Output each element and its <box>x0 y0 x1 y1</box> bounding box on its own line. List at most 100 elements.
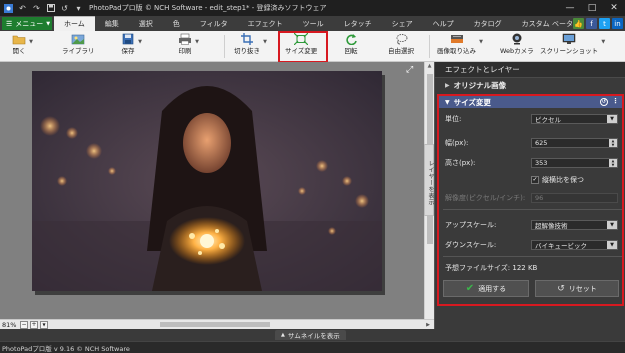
upscale-value: 超解像技術 <box>535 222 568 230</box>
upscale-select[interactable]: 超解像技術 ▼ <box>531 220 618 230</box>
title-bar: ↶ ↷ ↺ ▾ PhotoPadプロ版 © NCH Software - edi… <box>0 0 625 16</box>
width-input[interactable]: 625 ▲ ▼ <box>531 138 618 148</box>
height-input[interactable]: 353 ▲ ▼ <box>531 158 618 168</box>
tab-retouch[interactable]: レタッチ <box>334 16 382 31</box>
resolution-value: 96 <box>535 194 544 202</box>
chevron-down-icon: ▼ <box>607 115 617 123</box>
unit-value: ピクセル <box>535 116 561 124</box>
resize-section: ▼ サイズ変更 ↺ ⋮ 単位: ピクセル ▼ 幅(px): 625 ▲ ▼ 高さ(… <box>437 94 624 306</box>
freeform-select-button[interactable]: 自由選択 <box>388 33 414 61</box>
thumbnail-bar: ▲ サムネイルを表示 <box>0 329 625 341</box>
width-row: 幅(px): 625 ▲ ▼ <box>445 138 618 148</box>
expand-arrow-icon: ▶ <box>445 81 450 89</box>
close-button[interactable]: ✕ <box>603 0 625 16</box>
reset-label: リセット <box>568 284 597 293</box>
customize-quick-icon[interactable]: ▾ <box>74 4 83 13</box>
reset-button[interactable]: ↺ リセット <box>535 280 619 297</box>
like-icon[interactable]: 👍 <box>573 18 584 29</box>
chevron-down-icon: ▼ <box>195 39 199 45</box>
zoom-value[interactable]: 81% <box>2 321 18 329</box>
redo-icon[interactable]: ↷ <box>32 4 41 13</box>
reset-section-icon[interactable]: ↺ <box>600 98 608 106</box>
tab-share[interactable]: シェア <box>382 16 423 31</box>
undo-icon[interactable]: ↶ <box>18 4 27 13</box>
app-icon <box>4 3 13 13</box>
minimize-button[interactable]: — <box>559 0 581 16</box>
downscale-select[interactable]: バイキュービック ▼ <box>531 240 618 250</box>
library-button[interactable]: ライブラリ <box>62 33 95 61</box>
status-bar: PhotoPadプロ版 v 9.16 © NCH Software <box>0 341 625 353</box>
show-thumbnails-label: サムネイルを表示 <box>287 332 340 340</box>
tab-color[interactable]: 色 <box>163 16 190 31</box>
zoom-in-button[interactable]: + <box>30 320 38 329</box>
downscale-value: バイキュービック <box>535 242 587 250</box>
tab-select[interactable]: 選択 <box>129 16 163 31</box>
hamburger-icon: ☰ <box>6 19 13 28</box>
downscale-row: ダウンスケール: バイキュービック ▼ <box>445 240 618 250</box>
width-spinner[interactable]: ▲ ▼ <box>609 139 617 147</box>
main-menu-button[interactable]: ☰ メニュー ▼ <box>2 17 52 30</box>
linkedin-icon[interactable]: in <box>612 18 623 29</box>
scroll-right-icon[interactable]: ▶ <box>426 322 430 328</box>
toolbar-divider <box>429 35 430 58</box>
save-quick-icon[interactable] <box>46 4 55 13</box>
chevron-down-icon: ▼ <box>479 39 483 45</box>
height-row: 高さ(px): 353 ▲ ▼ <box>445 158 618 168</box>
unit-select[interactable]: ピクセル ▼ <box>531 114 618 124</box>
show-thumbnails-button[interactable]: ▲ サムネイルを表示 <box>275 330 346 340</box>
fullscreen-icon[interactable]: ⤢ <box>406 65 413 75</box>
screenshot-icon <box>562 33 576 45</box>
tab-edit[interactable]: 編集 <box>95 16 129 31</box>
canvas-area[interactable]: ⤢ <box>0 62 424 319</box>
zoom-dropdown-icon[interactable]: ▼ <box>40 320 48 329</box>
height-spinner[interactable]: ▲ ▼ <box>609 159 617 167</box>
tab-catalog[interactable]: カタログ <box>464 16 512 31</box>
checkmark-icon: ✓ <box>531 176 539 184</box>
undo-quick-icon[interactable]: ↺ <box>60 4 69 13</box>
keep-aspect-checkbox[interactable]: ✓ 縦横比を保つ <box>531 175 584 185</box>
reset-icon: ↺ <box>557 283 565 294</box>
resize-section-header[interactable]: ▼ サイズ変更 ↺ ⋮ <box>439 96 622 108</box>
print-button[interactable]: 印刷 ▼ <box>178 33 199 61</box>
toolbar-divider <box>224 35 225 58</box>
original-image-label: オリジナル画像 <box>453 80 507 90</box>
unit-row: 単位: ピクセル ▼ <box>445 114 618 124</box>
panel-title: エフェクトとレイヤー <box>435 62 625 78</box>
upscale-label: アップスケール: <box>445 221 497 229</box>
tab-home[interactable]: ホーム <box>54 16 95 31</box>
tab-effect[interactable]: エフェクト <box>238 16 293 31</box>
webcam-button[interactable]: Webカメラ <box>500 33 534 61</box>
beta-label[interactable]: ベータ <box>552 19 573 29</box>
collapse-arrow-icon: ▼ <box>445 98 450 106</box>
import-image-button[interactable]: 画像取り込み ▼ <box>437 33 483 61</box>
library-label: ライブラリ <box>62 47 95 55</box>
tab-help[interactable]: ヘルプ <box>423 16 464 31</box>
horizontal-scrollbar-thumb[interactable] <box>160 322 270 327</box>
open-button[interactable]: 開く ▼ <box>12 33 33 61</box>
original-image-item[interactable]: ▶ オリジナル画像 <box>435 78 625 92</box>
maximize-button[interactable]: □ <box>581 0 603 16</box>
rotate-button[interactable]: 回転 <box>344 33 358 61</box>
save-button[interactable]: 保存 ▼ <box>121 33 142 61</box>
screenshot-button[interactable]: スクリーンショット ▼ <box>540 33 605 61</box>
twitter-icon[interactable]: t <box>599 18 610 29</box>
section-divider <box>443 256 622 257</box>
rotate-label: 回転 <box>344 47 358 55</box>
section-menu-icon[interactable]: ⋮ <box>612 97 619 105</box>
tab-tools[interactable]: ツール <box>293 16 334 31</box>
zoom-out-button[interactable]: − <box>20 320 28 329</box>
facebook-icon[interactable]: f <box>586 18 597 29</box>
photo-canvas[interactable] <box>32 71 382 291</box>
crop-button[interactable]: 切り抜き ▼ <box>234 33 267 61</box>
folder-icon <box>12 33 26 45</box>
tab-filter[interactable]: フィルタ <box>190 16 238 31</box>
resolution-input[interactable]: 96 <box>531 193 618 203</box>
library-icon <box>71 33 85 45</box>
width-value: 625 <box>535 139 548 147</box>
apply-button[interactable]: ✔ 適用する <box>443 280 529 297</box>
height-value: 353 <box>535 159 548 167</box>
zoom-bar: 81% − + ▼ ▶ <box>0 319 434 329</box>
scroll-up-icon[interactable]: ▲ <box>425 62 434 71</box>
upscale-row: アップスケール: 超解像技術 ▼ <box>445 220 618 230</box>
apply-label: 適用する <box>478 284 507 293</box>
